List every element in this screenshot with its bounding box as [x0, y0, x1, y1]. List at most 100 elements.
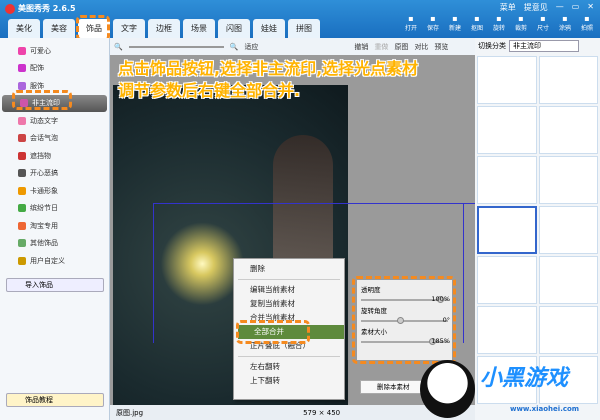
menu-item[interactable]: 复制当前素材 [234, 297, 344, 311]
sidebar-item[interactable]: 可爱心 [0, 42, 109, 60]
category-icon [18, 151, 26, 160]
tool-0[interactable]: ▪ 打开 [402, 14, 420, 32]
menu-item[interactable]: 上下翻转 [234, 374, 344, 388]
redo-button[interactable]: 重做 [374, 42, 388, 52]
original-button[interactable]: 原图 [394, 42, 408, 52]
material-thumbnail[interactable] [538, 56, 598, 104]
maximize-icon[interactable]: ▭ [572, 2, 580, 13]
highlight-params [352, 276, 456, 364]
menu-separator [238, 279, 340, 280]
menu-button[interactable]: 菜单 [500, 2, 516, 13]
tool-label: 涂鸦 [558, 25, 571, 32]
material-thumbnail[interactable] [538, 106, 598, 154]
compare-button[interactable]: 对比 [414, 42, 428, 52]
sidebar-item[interactable]: 动态文字 [0, 112, 109, 130]
menu-separator [238, 356, 340, 357]
tool-1[interactable]: ▪ 保存 [424, 14, 442, 32]
tool-label: 尺寸 [536, 25, 549, 32]
sidebar-item-label: 配饰 [30, 64, 44, 73]
sidebar-item-label: 会话气泡 [30, 134, 58, 143]
tool-8[interactable]: ▪ 拍照 [578, 14, 596, 32]
menu-item[interactable]: 删除 [234, 262, 344, 276]
zoom-slider[interactable] [128, 45, 224, 48]
sidebar-item-label: 用户自定义 [30, 256, 65, 265]
preview-button[interactable]: 预览 [434, 42, 448, 52]
tab-7[interactable]: 娃娃 [253, 19, 285, 38]
sidebar-item[interactable]: 会话气泡 [0, 130, 109, 148]
material-thumbnail[interactable] [477, 206, 537, 254]
toolbar: 🔍 🔍 适应 撤销 重做 原图 对比 预览 [110, 38, 475, 55]
sidebar-item[interactable]: 其他饰品 [0, 235, 109, 253]
tool-2[interactable]: ▪ 新建 [446, 14, 464, 32]
material-thumbnail[interactable] [477, 156, 537, 204]
material-thumbnail[interactable] [538, 156, 598, 204]
filename: 原图.jpg [116, 408, 144, 417]
sidebar-item-label: 可爱心 [30, 46, 51, 55]
selection-line [153, 203, 154, 343]
tool-icon: ▪ [408, 14, 414, 23]
feedback-button[interactable]: 提意见 [524, 2, 548, 13]
category-icon [18, 239, 26, 248]
tool-4[interactable]: ▪ 旋转 [490, 14, 508, 32]
material-thumbnail[interactable] [477, 306, 537, 354]
sidebar-item[interactable]: 用户自定义 [0, 252, 109, 270]
menu-item[interactable]: 左右翻转 [234, 360, 344, 374]
highlight-merge [236, 320, 310, 344]
fit-button[interactable]: 适应 [244, 42, 258, 52]
sidebar-item[interactable]: 卡通形象 [0, 182, 109, 200]
category-icon [18, 256, 26, 265]
tab-3[interactable]: 文字 [113, 19, 145, 38]
tool-3[interactable]: ▪ 抠图 [468, 14, 486, 32]
app-title: 美图秀秀 2.6.5 [18, 4, 76, 13]
image-size: 579 × 450 [303, 408, 341, 417]
tab-1[interactable]: 美容 [43, 19, 75, 38]
sidebar-item[interactable]: 淘宝专用 [0, 217, 109, 235]
close-icon[interactable]: ✕ [587, 2, 594, 13]
material-thumbnail[interactable] [538, 256, 598, 304]
tab-0[interactable]: 美化 [8, 19, 40, 38]
selection-line [153, 203, 475, 204]
menu-item[interactable]: 编辑当前素材 [234, 283, 344, 297]
tool-label: 旋转 [492, 25, 505, 32]
category-icon [18, 134, 26, 143]
sidebar-item[interactable]: 缤纷节日 [0, 200, 109, 218]
sidebar-item[interactable]: 配饰 [0, 60, 109, 78]
tool-icon: ▪ [430, 14, 436, 23]
tutorial-button[interactable]: 饰品教程 [6, 393, 104, 407]
tool-icon: ▪ [584, 14, 590, 23]
material-thumbnail[interactable] [538, 306, 598, 354]
material-thumbnail[interactable] [477, 256, 537, 304]
tab-4[interactable]: 边框 [148, 19, 180, 38]
tab-5[interactable]: 场景 [183, 19, 215, 38]
material-thumbnail[interactable] [538, 206, 598, 254]
tool-5[interactable]: ▪ 裁剪 [512, 14, 530, 32]
tool-6[interactable]: ▪ 尺寸 [534, 14, 552, 32]
sidebar-item-label: 动态文字 [30, 116, 58, 125]
top-tools: ▪ 打开 ▪ 保存 ▪ 新建 ▪ 抠图 ▪ 旋转 ▪ 裁剪 ▪ 尺寸 ▪ 涂鸦 ▪ 拍照 [402, 14, 596, 32]
instruction-text: 点击饰品按钮,选择非主流印,选择光点素材 调节参数后右键全部合并. [118, 58, 418, 102]
app-logo-icon [5, 4, 15, 14]
sidebar-item-label: 卡通形象 [30, 186, 58, 195]
material-thumbnail[interactable] [477, 56, 537, 104]
tab-8[interactable]: 拼图 [288, 19, 320, 38]
material-thumbnail[interactable] [477, 106, 537, 154]
sidebar-item[interactable]: 遮挡物 [0, 147, 109, 165]
selection-line [463, 203, 464, 343]
tool-label: 裁剪 [514, 25, 527, 32]
switch-label: 切换分类 [478, 42, 506, 50]
tool-label: 打开 [404, 25, 417, 32]
category-icon [18, 116, 26, 125]
highlight-category [12, 90, 72, 110]
category-select[interactable]: 非主流印 [509, 40, 579, 52]
category-icon [18, 81, 26, 90]
tab-6[interactable]: 闪图 [218, 19, 250, 38]
undo-button[interactable]: 撤销 [354, 42, 368, 52]
zoom-out-icon[interactable]: 🔍 [114, 43, 123, 51]
tool-7[interactable]: ▪ 涂鸦 [556, 14, 574, 32]
zoom-in-icon[interactable]: 🔍 [230, 43, 239, 51]
category-icon [18, 64, 26, 73]
watermark-url: www.xiaohei.com [510, 405, 580, 413]
minimize-icon[interactable]: — [556, 2, 564, 13]
sidebar-item[interactable]: 开心恶搞 [0, 165, 109, 183]
import-button[interactable]: 导入饰品 [6, 278, 104, 292]
